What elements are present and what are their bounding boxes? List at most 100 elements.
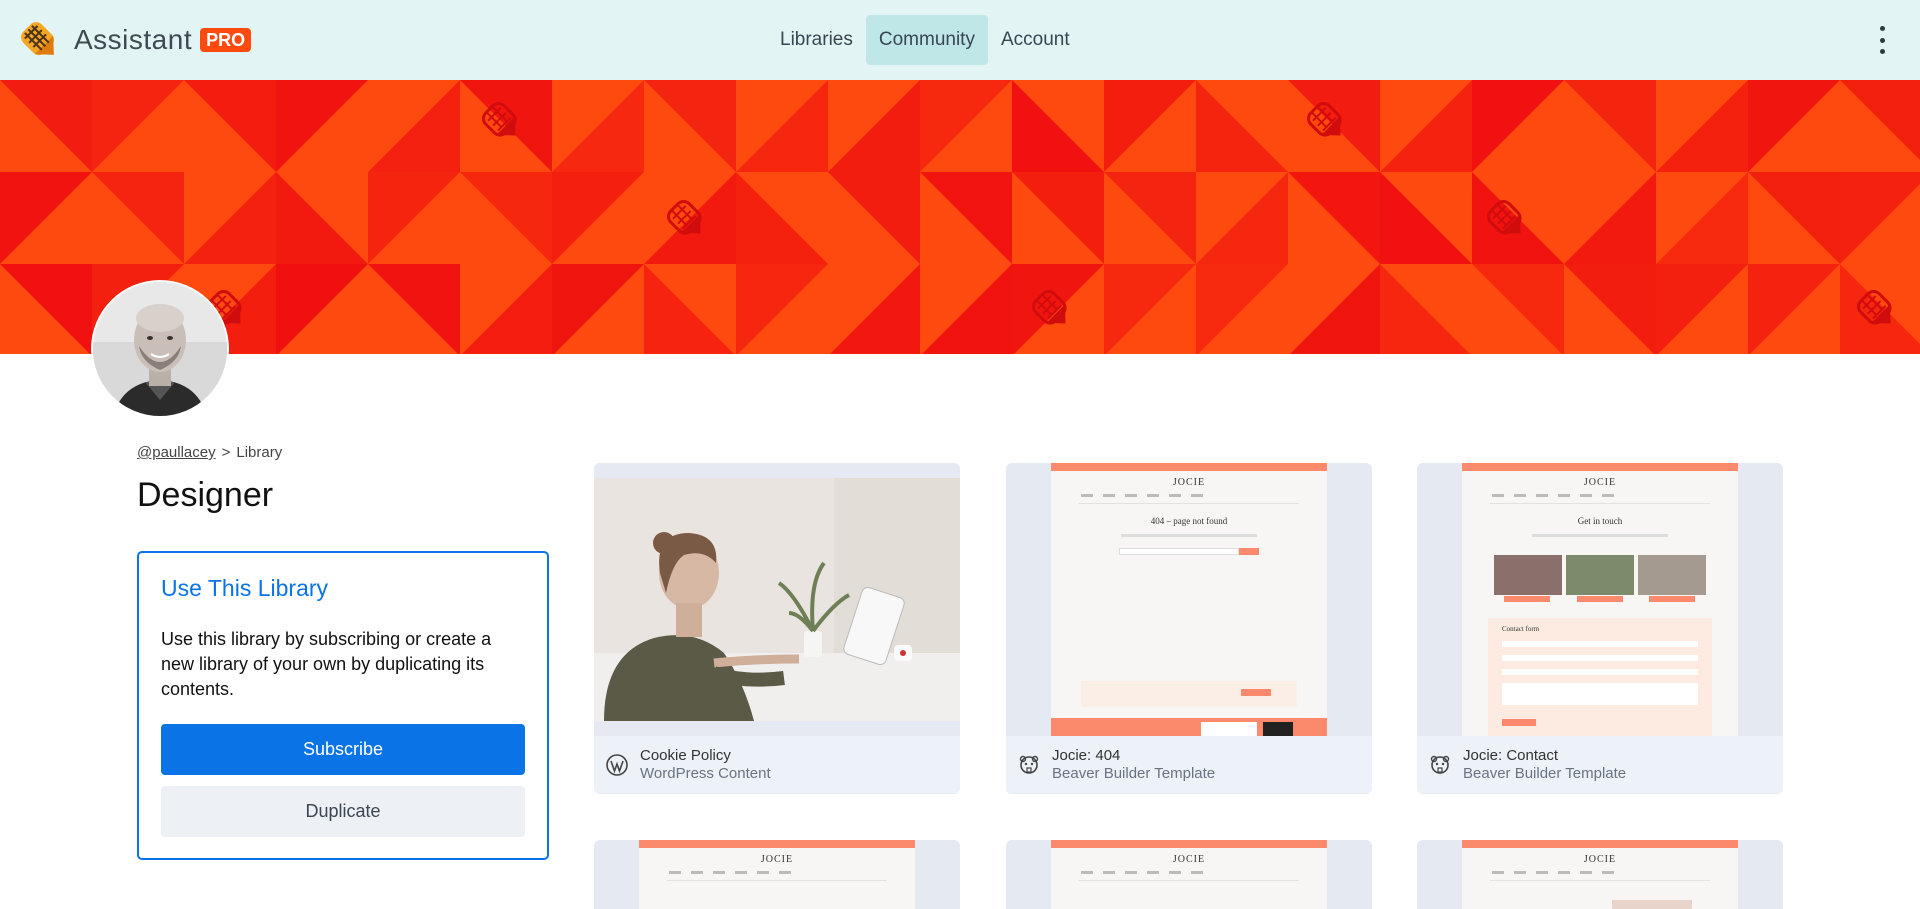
banner-triangle	[830, 264, 920, 354]
banner-triangle	[1840, 172, 1920, 264]
avatar	[91, 280, 229, 418]
breadcrumb-user-link[interactable]: @paullacey	[137, 444, 216, 461]
duplicate-button[interactable]: Duplicate	[161, 786, 525, 837]
banner-triangle	[1196, 80, 1288, 172]
use-library-panel: Use This Library Use this library by sub…	[137, 551, 549, 860]
banner-triangle	[1656, 264, 1748, 354]
banner-triangle	[1656, 172, 1748, 264]
banner-triangle	[92, 172, 184, 264]
banner-triangle	[552, 172, 644, 264]
banner-triangle	[1196, 172, 1288, 264]
banner-triangle	[1472, 80, 1564, 172]
library-item-row2-3[interactable]: JOCIE	[1417, 840, 1783, 909]
preview-site-logo: JOCIE	[1172, 854, 1206, 865]
item-meta: Cookie Policy WordPress Content	[594, 736, 960, 793]
item-name: Jocie: Contact	[1463, 747, 1559, 764]
banner-triangle	[276, 80, 368, 172]
banner-triangle	[552, 80, 644, 172]
item-meta: Jocie: Contact Beaver Builder Template	[1417, 736, 1783, 793]
banner-triangle	[1012, 172, 1104, 264]
banner-triangle	[184, 80, 276, 172]
preview-site-logo: JOCIE	[760, 854, 794, 865]
banner-triangle	[920, 80, 1012, 172]
banner-triangle	[1380, 172, 1472, 264]
template-preview: JOCIE 404 – page not found	[1051, 463, 1327, 736]
banner-triangle	[1840, 80, 1920, 160]
nav-community[interactable]: Community	[865, 15, 988, 65]
banner-triangle	[368, 80, 460, 172]
library-item-jocie-contact[interactable]: JOCIE Get in touch Contact form Jocie: C…	[1417, 463, 1783, 794]
banner-triangle	[644, 264, 734, 354]
template-preview: JOCIE	[1051, 840, 1327, 909]
banner-triangle	[1656, 80, 1748, 172]
preview-site-logo: JOCIE	[1172, 477, 1206, 488]
banner-triangle	[0, 172, 92, 264]
banner-triangle	[0, 80, 92, 172]
banner-triangle	[736, 264, 828, 354]
use-library-heading: Use This Library	[161, 575, 329, 601]
banner-triangle	[1380, 264, 1470, 354]
banner-triangle	[920, 172, 1012, 264]
preview-404-heading: 404 – page not found	[1150, 516, 1228, 526]
library-item-row2-2[interactable]: JOCIE	[1006, 840, 1372, 909]
item-type: Beaver Builder Template	[1463, 765, 1627, 782]
item-type: Beaver Builder Template	[1052, 765, 1216, 782]
banner-triangle	[922, 264, 1012, 354]
banner-triangle	[1472, 264, 1564, 354]
template-preview: JOCIE	[639, 840, 915, 909]
banner-triangle	[276, 264, 368, 354]
preview-site-logo: JOCIE	[1583, 477, 1617, 488]
brand[interactable]: Assistant PRO	[16, 16, 252, 64]
banner-triangle	[1288, 172, 1380, 264]
banner-triangle	[1748, 172, 1840, 264]
preview-contact-form-label: Contact form	[1502, 625, 1540, 633]
banner-triangle	[0, 264, 92, 354]
banner-triangle	[460, 172, 552, 264]
banner-triangle	[1012, 80, 1104, 172]
banner-triangle	[828, 172, 920, 264]
banner-triangle	[1380, 80, 1472, 172]
breadcrumb-separator: >	[221, 444, 231, 461]
item-type: WordPress Content	[640, 765, 771, 782]
banner-pattern	[0, 80, 1920, 354]
template-preview: JOCIE Get in touch Contact form	[1462, 463, 1738, 736]
banner-triangle	[1748, 264, 1840, 354]
wordpress-icon	[606, 754, 628, 776]
beaver-builder-icon	[1430, 755, 1450, 774]
library-item-jocie-404[interactable]: JOCIE 404 – page not found Jocie: 404 Be…	[1006, 463, 1372, 794]
profile-banner	[0, 80, 1920, 354]
app-name: Assistant	[74, 24, 193, 55]
subscribe-button[interactable]: Subscribe	[161, 724, 525, 775]
banner-triangle	[736, 80, 828, 172]
banner-triangle	[1104, 80, 1196, 172]
item-thumbnail: JOCIE 404 – page not found	[1006, 463, 1372, 736]
banner-triangle	[1840, 264, 1920, 354]
nav-account[interactable]: Account	[988, 15, 1083, 65]
preview-site-logo: JOCIE	[1583, 854, 1617, 865]
banner-triangle	[1564, 264, 1656, 354]
top-navigation-bar: Assistant PRO Libraries Community Accoun…	[0, 0, 1920, 80]
banner-triangle	[1564, 172, 1656, 264]
banner-triangle	[92, 80, 184, 172]
use-library-description: Use this library by subscribing or creat…	[161, 629, 492, 699]
main-nav: Libraries Community Account	[767, 15, 1083, 65]
banner-triangle	[1104, 264, 1196, 354]
assistant-logo-icon	[21, 22, 55, 56]
kebab-menu-icon[interactable]	[1874, 26, 1890, 54]
banner-triangle	[828, 80, 920, 172]
page-title: Designer	[137, 476, 274, 514]
banner-triangle	[552, 264, 644, 354]
banner-triangle	[1196, 264, 1288, 354]
library-item-row2-1[interactable]: JOCIE	[594, 840, 960, 909]
breadcrumb: @paullacey > Library	[137, 444, 282, 461]
banner-triangle	[368, 172, 460, 264]
banner-triangle	[736, 172, 828, 264]
nav-libraries[interactable]: Libraries	[767, 15, 866, 65]
breadcrumb-current: Library	[236, 444, 283, 461]
banner-triangle	[1564, 80, 1656, 172]
banner-triangle	[1748, 80, 1840, 172]
pro-badge: PRO	[200, 28, 252, 52]
library-item-cookie-policy[interactable]: Cookie Policy WordPress Content	[594, 463, 960, 794]
template-preview: JOCIE	[1462, 840, 1738, 909]
item-name: Cookie Policy	[640, 747, 731, 764]
